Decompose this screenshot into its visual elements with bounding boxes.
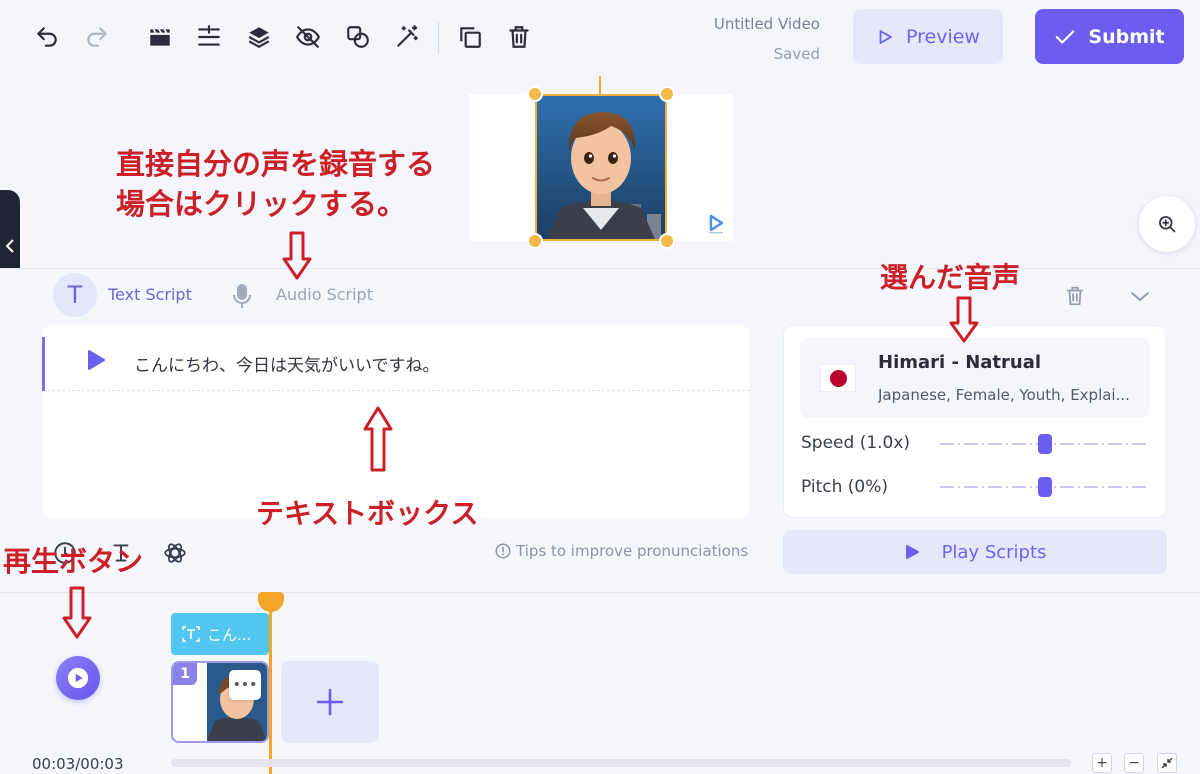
main-play-button[interactable] <box>56 656 100 700</box>
annotation-play-button: 再生ボタン <box>3 545 144 578</box>
annotation-text-box: テキストボックス <box>256 497 479 530</box>
zoom-in-icon <box>1159 216 1176 233</box>
trash-icon[interactable] <box>504 22 534 52</box>
project-title-block: Untitled Video Saved <box>680 12 820 66</box>
pitch-label: Pitch (0%) <box>801 477 889 497</box>
pronunciation-tips-link[interactable]: Tips to improve pronunciations <box>494 542 748 560</box>
save-status: Saved <box>773 45 820 63</box>
plus-icon <box>316 688 344 716</box>
resize-handle-top-left[interactable] <box>527 86 543 102</box>
script-line-text[interactable]: こんにちわ、今日は天気がいいですね。 <box>134 351 440 376</box>
play-scripts-button[interactable]: Play Scripts <box>783 530 1167 574</box>
collapse-icon[interactable] <box>1157 753 1177 773</box>
avatar-image[interactable] <box>535 94 667 241</box>
timeline-zoom-in-button[interactable]: + <box>1092 753 1112 773</box>
annotation-arrow-down-icon <box>949 296 979 343</box>
magic-wand-icon[interactable] <box>392 22 422 52</box>
tab-audio-script[interactable]: Audio Script <box>276 285 373 304</box>
resize-handle-bottom-right[interactable] <box>659 233 675 249</box>
layers-icon[interactable] <box>244 22 274 52</box>
scene-thumbnail[interactable]: 1 ••• <box>171 661 269 743</box>
annotation-record-voice-line1: 直接自分の声を録音する <box>116 147 436 181</box>
resize-handle-top-right[interactable] <box>659 86 675 102</box>
chevron-down-icon[interactable] <box>1128 284 1152 308</box>
redo-icon[interactable] <box>82 22 112 52</box>
tips-label: Tips to improve pronunciations <box>516 542 749 560</box>
pitch-thumb[interactable] <box>1038 477 1052 497</box>
resize-handle-bottom-left[interactable] <box>527 233 543 249</box>
time-code: 00:03/00:03 <box>32 755 124 773</box>
voice-selector[interactable]: Himari - Natrual Japanese, Female, Youth… <box>800 338 1150 418</box>
annotation-arrow-down-icon <box>282 231 312 280</box>
zoom-canvas-button[interactable] <box>1139 196 1195 252</box>
script-text-box[interactable]: こんにちわ、今日は天気がいいですね。 <box>42 325 750 518</box>
add-scene-button[interactable] <box>281 661 379 743</box>
trash-icon[interactable] <box>1064 284 1086 308</box>
canvas-center-guide <box>599 76 601 94</box>
shapes-icon[interactable] <box>343 22 373 52</box>
preview-button[interactable]: Preview <box>853 9 1003 64</box>
submit-button[interactable]: Submit <box>1035 9 1184 64</box>
text-clip[interactable]: こん... <box>171 613 269 655</box>
timeline-scrollbar[interactable] <box>171 759 1071 767</box>
project-title[interactable]: Untitled Video <box>680 12 820 36</box>
play-icon <box>67 667 89 689</box>
top-toolbar: Untitled Video Saved Preview Submit <box>0 0 1200 76</box>
annotation-record-voice-line2: 場合はクリックする。 <box>116 187 407 221</box>
annotation-arrow-down-icon <box>62 586 92 639</box>
japan-flag-icon <box>820 364 856 392</box>
ai-assistant-icon[interactable] <box>162 540 188 566</box>
speed-label: Speed (1.0x) <box>801 433 911 453</box>
timeline-zoom-out-button[interactable]: − <box>1124 753 1144 773</box>
tab-text-script[interactable]: Text Script <box>108 285 192 304</box>
text-script-tab-icon[interactable]: T <box>53 273 97 317</box>
microphone-icon[interactable] <box>230 282 254 310</box>
speed-thumb[interactable] <box>1038 434 1052 454</box>
play-outline-icon <box>879 29 892 44</box>
play-line-icon[interactable] <box>86 349 106 371</box>
text-clip-icon <box>182 626 200 642</box>
text-clip-label: こん... <box>207 625 252 644</box>
script-line[interactable]: こんにちわ、今日は天気がいいですね。 <box>42 337 750 391</box>
undo-icon[interactable] <box>32 22 62 52</box>
toolbar-divider <box>438 22 439 54</box>
timeline-playhead[interactable] <box>269 596 272 774</box>
play-scripts-label: Play Scripts <box>941 541 1047 563</box>
annotation-arrow-up-icon <box>363 406 393 472</box>
voice-name: Himari - Natrual <box>878 352 1042 373</box>
annotation-selected-voice: 選んだ音声 <box>880 261 1021 294</box>
play-icon <box>905 545 919 559</box>
clapperboard-icon[interactable] <box>145 22 175 52</box>
voice-settings-card: Himari - Natrual Japanese, Female, Youth… <box>783 325 1167 518</box>
pitch-slider[interactable] <box>940 477 1150 497</box>
chevron-left-icon <box>5 239 14 253</box>
align-icon[interactable] <box>194 22 224 52</box>
submit-label: Submit <box>1088 25 1165 48</box>
voice-description: Japanese, Female, Youth, Explai... <box>878 386 1130 404</box>
preview-label: Preview <box>906 25 980 48</box>
more-options-icon[interactable]: ••• <box>229 670 261 700</box>
eye-off-icon[interactable] <box>293 22 323 52</box>
duplicate-icon[interactable] <box>455 22 485 52</box>
scene-number: 1 <box>173 663 197 685</box>
info-icon <box>495 543 511 559</box>
speed-slider[interactable] <box>940 434 1150 454</box>
annotation-record-voice: 直接自分の声を録音する 場合はクリックする。 <box>116 144 435 224</box>
check-icon <box>1056 29 1075 44</box>
watermark-logo-icon <box>706 213 726 235</box>
active-line-indicator <box>42 337 45 391</box>
